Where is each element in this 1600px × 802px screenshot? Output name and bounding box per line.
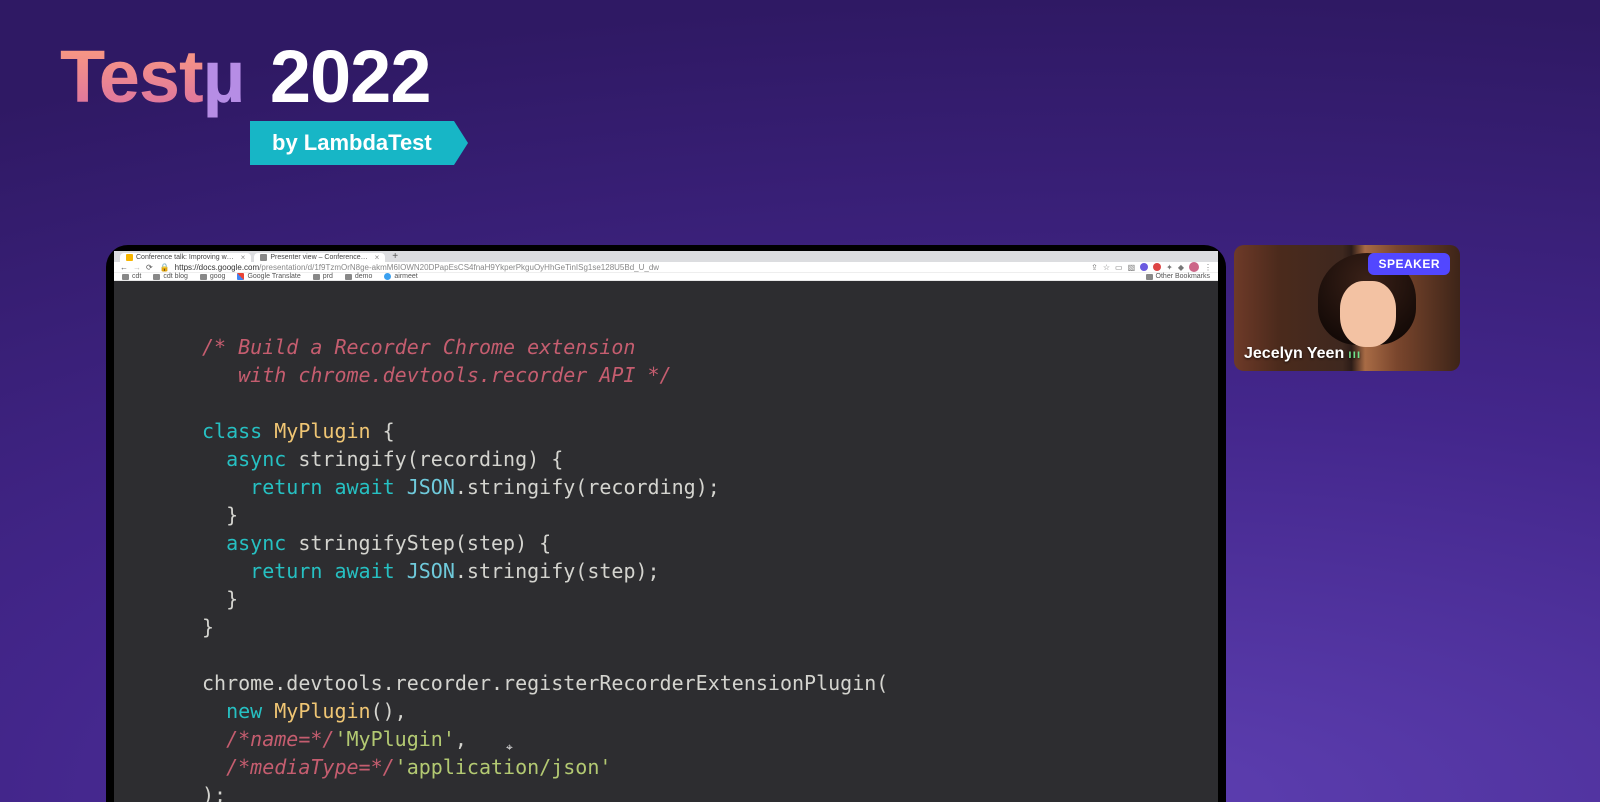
back-button[interactable]: ← (120, 263, 128, 272)
browser-window: Conference talk: Improving w… × Presente… (114, 251, 1218, 802)
folder-icon (122, 274, 129, 280)
folder-icon (1146, 274, 1153, 280)
screenshot-icon[interactable]: ▭ (1115, 263, 1123, 272)
extension-icon[interactable]: ▧ (1128, 263, 1136, 272)
close-tab-icon[interactable]: × (241, 253, 246, 262)
generic-favicon-icon (260, 254, 267, 261)
other-bookmarks[interactable]: Other Bookmarks (1146, 273, 1210, 280)
bookmark-item[interactable]: goog (200, 273, 226, 280)
bookmarks-bar: cdt cdt blog goog Google Translate prd d… (114, 273, 1218, 281)
bookmark-item[interactable]: demo (345, 273, 373, 280)
slides-favicon-icon (126, 254, 133, 261)
folder-icon (313, 274, 320, 280)
logo-brand-mu: µ (203, 35, 245, 118)
extension-icon[interactable] (1153, 263, 1161, 271)
logo-byline: by LambdaTest (250, 121, 454, 165)
browser-toolbar: ← → ⟳ 🔒 https://docs.google.com/presenta… (114, 262, 1218, 273)
browser-tab[interactable]: Conference talk: Improving w… × (120, 253, 251, 262)
bookmark-item[interactable]: Google Translate (237, 273, 300, 280)
browser-tab[interactable]: Presenter view – Conference… × (254, 253, 385, 262)
bookmark-item[interactable]: prd (313, 273, 333, 280)
puzzle-icon[interactable]: ✦ (1166, 263, 1173, 272)
folder-icon (153, 274, 160, 280)
browser-tabstrip: Conference talk: Improving w… × Presente… (114, 251, 1218, 262)
audio-level-icon: ııı (1348, 347, 1361, 361)
airmeet-icon (384, 273, 391, 280)
share-icon[interactable]: ⇪ (1091, 263, 1098, 272)
speaker-badge: SPEAKER (1368, 253, 1450, 275)
speaker-name: Jecelyn Yeenııı (1244, 345, 1361, 363)
address-bar[interactable]: https://docs.google.com/presentation/d/1… (175, 263, 659, 272)
tab-title: Conference talk: Improving w… (136, 254, 234, 261)
tab-title: Presenter view – Conference… (270, 254, 367, 261)
google-translate-icon (237, 273, 244, 280)
logo-year: 2022 (250, 35, 430, 118)
bookmark-item[interactable]: airmeet (384, 273, 417, 280)
logo-brand-test: Test (60, 35, 203, 118)
logo-byline-wrap: by LambdaTest (250, 121, 454, 165)
new-tab-button[interactable]: + (392, 251, 398, 262)
close-tab-icon[interactable]: × (375, 253, 380, 262)
extension-icon[interactable] (1140, 263, 1148, 271)
speaker-webcam[interactable]: SPEAKER Jecelyn Yeenııı (1234, 245, 1460, 371)
folder-icon (200, 274, 207, 280)
star-icon[interactable]: ☆ (1103, 263, 1110, 272)
slide-code-block: /* Build a Recorder Chrome extension wit… (114, 281, 1218, 802)
lock-icon: 🔒 (160, 263, 170, 272)
speaker-face (1340, 281, 1396, 347)
shared-screen-monitor: Conference talk: Improving w… × Presente… (106, 245, 1226, 802)
folder-icon (345, 274, 352, 280)
event-logo-title: Testµ 2022 (60, 34, 454, 119)
forward-button[interactable]: → (133, 263, 141, 272)
bookmark-item[interactable]: cdt (122, 273, 141, 280)
profile-avatar[interactable] (1189, 262, 1199, 272)
reload-button[interactable]: ⟳ (146, 263, 153, 272)
event-logo: Testµ 2022 by LambdaTest (60, 34, 454, 165)
bookmark-item[interactable]: cdt blog (153, 273, 188, 280)
pin-icon[interactable]: ◆ (1178, 263, 1184, 272)
menu-icon[interactable]: ⋮ (1204, 263, 1212, 272)
